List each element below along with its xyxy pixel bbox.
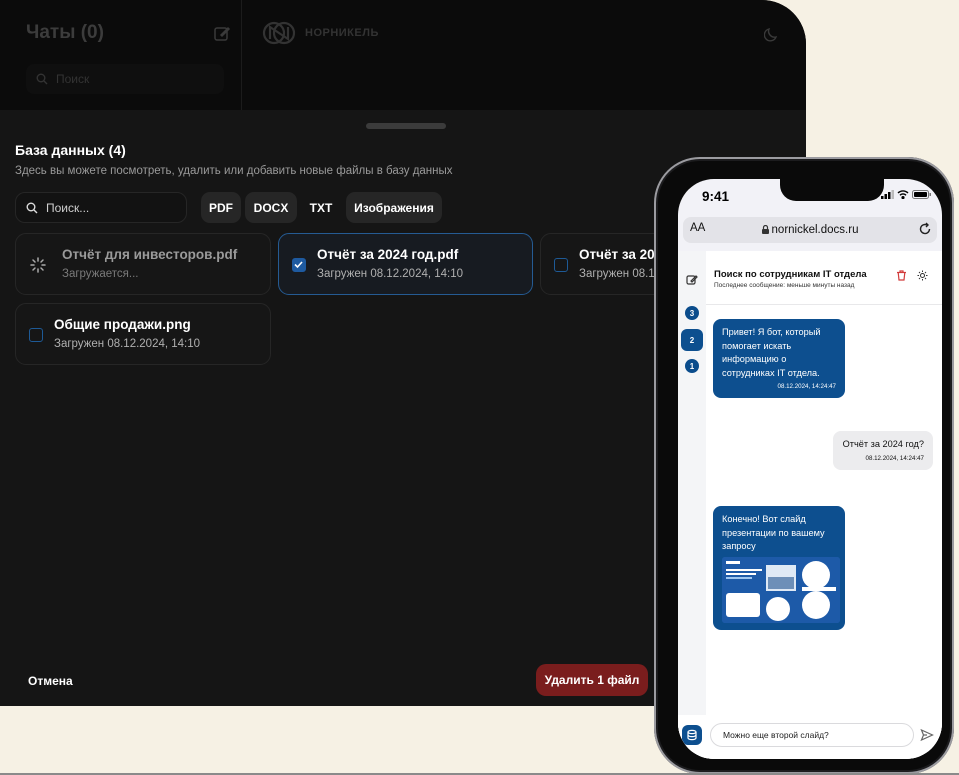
status-time: 9:41: [702, 189, 730, 204]
search-icon: [26, 202, 38, 213]
search-icon: [36, 73, 48, 85]
sun-icon[interactable]: [917, 270, 928, 281]
user-message: Отчёт за 2024 год? 08.12.2024, 14:24:47: [833, 431, 933, 470]
file-name: Отчёт для инвесторов.pdf: [62, 247, 238, 262]
chat-subtitle: Последнее сообщение: меньше минуты назад: [714, 282, 855, 289]
message-time: 08.12.2024, 14:24:47: [865, 454, 925, 462]
chats-search-input[interactable]: Поиск: [26, 64, 224, 94]
signal-icon: [881, 190, 894, 199]
filter-pdf[interactable]: PDF: [201, 192, 241, 223]
delete-files-button[interactable]: Удалить 1 файл: [536, 664, 648, 696]
new-chat-icon[interactable]: [213, 25, 231, 43]
file-status: Загружен 08.1: [579, 268, 655, 280]
app-header-dimmed: Чаты (0) Поиск НОРНИКЕЛЬ: [0, 0, 806, 110]
loading-spinner-icon: [30, 257, 46, 273]
wifi-icon: [897, 190, 909, 199]
send-icon[interactable]: [920, 728, 934, 742]
message-time: 08.12.2024, 14:24:47: [777, 383, 837, 390]
chat-badge-3[interactable]: 3: [685, 306, 699, 320]
database-icon: [687, 729, 697, 741]
file-name: Отчёт за 20: [579, 247, 655, 262]
chats-title: Чаты (0): [26, 22, 104, 43]
moon-icon[interactable]: [764, 26, 780, 42]
dynamic-island: [780, 179, 884, 201]
composition: Чаты (0) Поиск НОРНИКЕЛЬ База данных (4)…: [0, 0, 959, 775]
message-text: Привет! Я бот, который помогает искать и…: [722, 327, 821, 378]
sheet-drag-handle[interactable]: [366, 123, 446, 129]
url-text: nornickel.docs.ru: [771, 224, 859, 236]
chat-badge-1[interactable]: 1: [685, 359, 699, 373]
chats-panel: Чаты (0) Поиск: [0, 0, 242, 110]
battery-icon: [912, 190, 931, 199]
message-text: Отчёт за 2024 год?: [842, 439, 924, 449]
status-icons: [881, 190, 932, 199]
file-name: Общие продажи.png: [54, 317, 191, 332]
trash-icon[interactable]: [896, 270, 907, 281]
slide-thumbnail-graphic: [722, 556, 840, 623]
url-field[interactable]: nornickel.docs.ru: [683, 224, 937, 236]
database-button[interactable]: [682, 725, 702, 745]
file-card-sales[interactable]: Общие продажи.png Загружен 08.12.2024, 1…: [15, 303, 271, 365]
presentation-slide-image[interactable]: [722, 556, 840, 623]
file-card-report-2024[interactable]: Отчёт за 2024 год.pdf Загружен 08.12.202…: [278, 233, 533, 295]
chat-title: Поиск по сотрудникам IT отдела: [714, 269, 867, 280]
check-icon: [294, 261, 303, 269]
file-checkbox[interactable]: [29, 328, 43, 342]
cancel-button[interactable]: Отмена: [28, 674, 73, 688]
file-name: Отчёт за 2024 год.pdf: [317, 247, 459, 262]
brand-logo: НОРНИКЕЛЬ: [261, 20, 379, 46]
brand-name: НОРНИКЕЛЬ: [305, 27, 379, 39]
chat-header: Поиск по сотрудникам IT отдела Последнее…: [706, 251, 942, 305]
chat-badge-2-active[interactable]: 2: [681, 329, 703, 351]
bot-message-with-slide: Конечно! Вот слайд презентации по вашему…: [713, 506, 845, 630]
message-input-value: Можно еще второй слайд?: [723, 730, 829, 740]
file-checkbox-checked[interactable]: [292, 258, 306, 272]
bot-message: Привет! Я бот, который помогает искать и…: [713, 319, 845, 398]
phone-screen: 9:41 AA nornickel.docs.ru 3 2 1 Поиск по…: [678, 179, 942, 759]
lock-icon: [761, 224, 769, 234]
file-card-investors[interactable]: Отчёт для инвесторов.pdf Загружается...: [15, 233, 271, 295]
database-title: База данных (4): [15, 142, 126, 158]
phone-bezel: 9:41 AA nornickel.docs.ru 3 2 1 Поиск по…: [658, 161, 950, 770]
filter-images[interactable]: Изображения: [346, 192, 442, 223]
file-status: Загружен 08.12.2024, 14:10: [54, 338, 201, 350]
reload-icon[interactable]: [918, 222, 932, 236]
browser-address-bar[interactable]: AA nornickel.docs.ru: [683, 217, 937, 243]
chat-list-rail: [678, 251, 706, 759]
file-search-placeholder: Поиск...: [46, 200, 90, 215]
filter-docx[interactable]: DOCX: [245, 192, 297, 223]
filter-txt[interactable]: TXT: [302, 192, 340, 223]
chats-search-placeholder: Поиск: [56, 72, 90, 86]
message-input[interactable]: Можно еще второй слайд?: [710, 723, 914, 747]
nornickel-logo-icon: [262, 21, 296, 45]
message-text: Конечно! Вот слайд презентации по вашему…: [722, 514, 825, 551]
file-search-input[interactable]: Поиск...: [15, 192, 187, 223]
new-chat-icon[interactable]: [686, 274, 698, 286]
file-status: Загружен 08.12.2024, 14:10: [317, 268, 464, 280]
file-status: Загружается...: [62, 268, 139, 280]
file-checkbox[interactable]: [554, 258, 568, 272]
phone-device: 9:41 AA nornickel.docs.ru 3 2 1 Поиск по…: [654, 157, 954, 774]
database-subtitle: Здесь вы можете посмотреть, удалить или …: [15, 165, 453, 177]
